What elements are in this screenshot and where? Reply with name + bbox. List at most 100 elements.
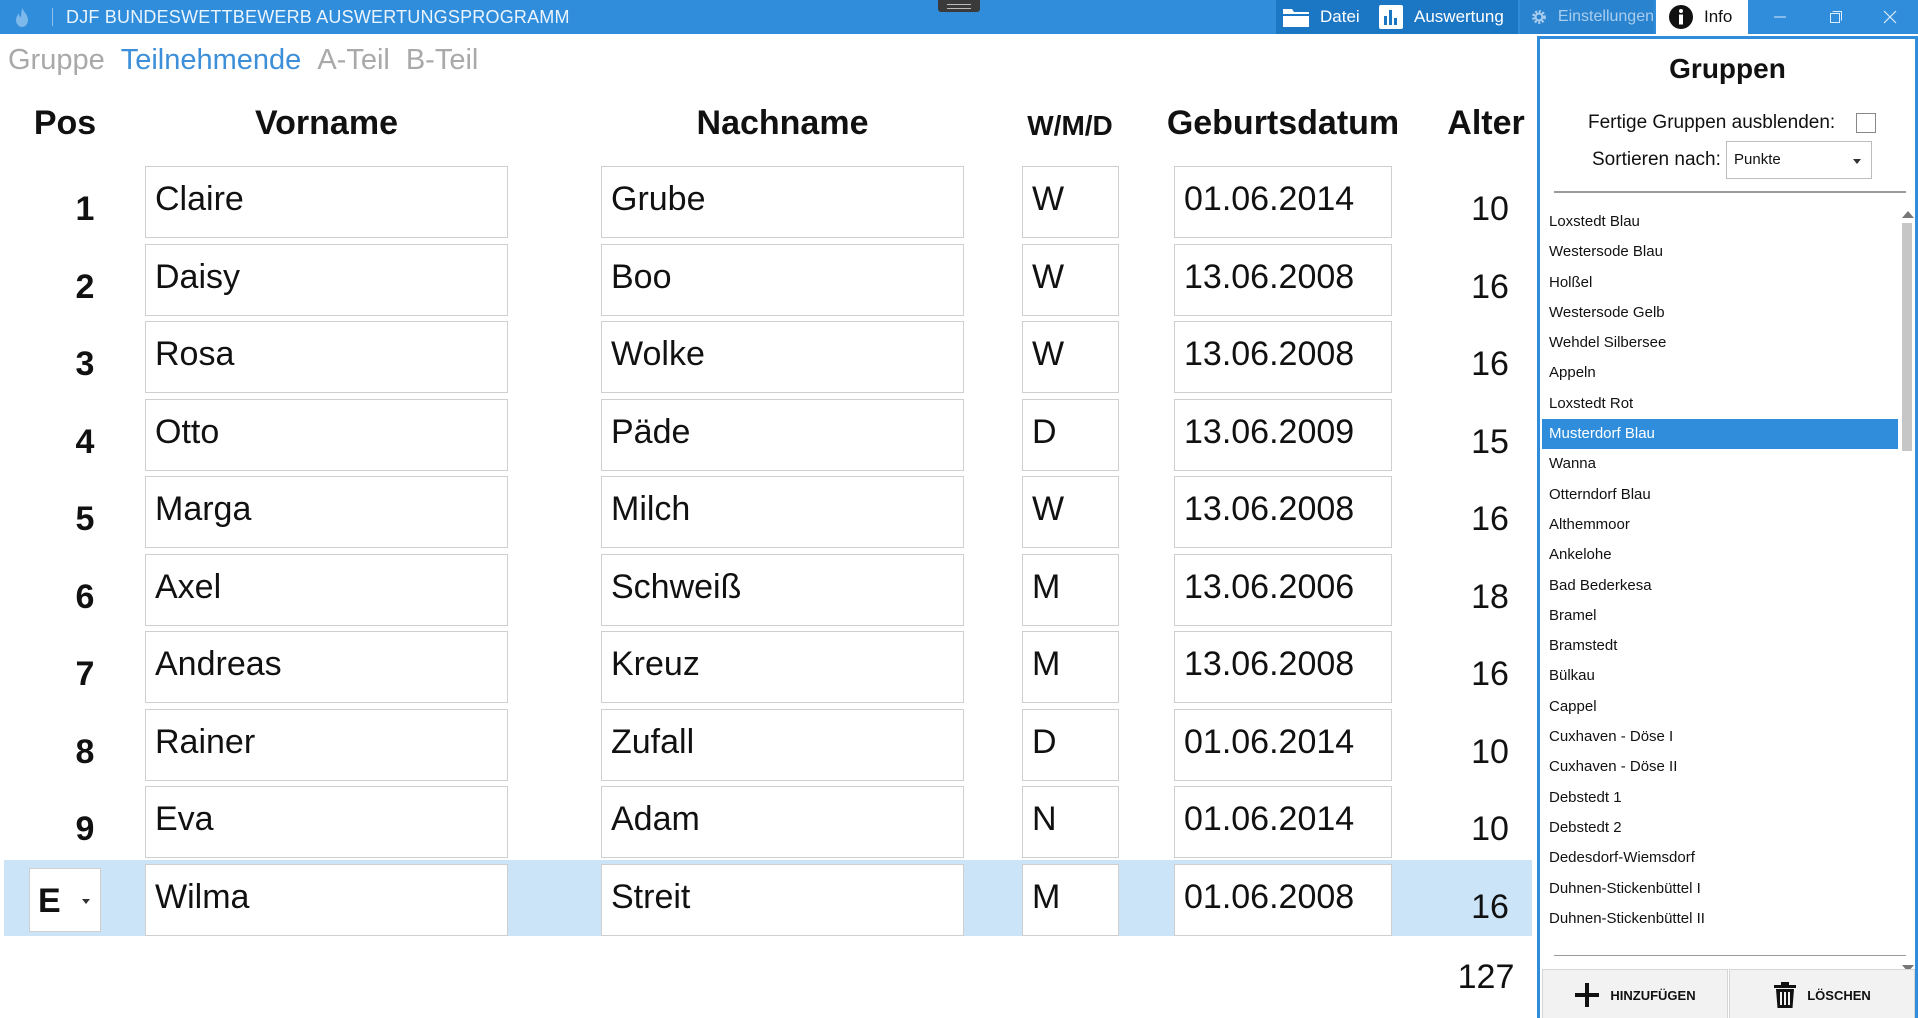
geburtsdatum-input[interactable]: 01.06.2014 <box>1174 786 1392 858</box>
row-alter: 10 <box>1471 190 1509 228</box>
list-item[interactable]: Bad Bederkesa <box>1542 571 1898 601</box>
geburtsdatum-input[interactable]: 01.06.2014 <box>1174 166 1392 238</box>
list-item[interactable]: Althemmoor <box>1542 510 1898 540</box>
minimize-button[interactable] <box>1752 0 1808 34</box>
vorname-input[interactable]: Daisy <box>145 243 508 316</box>
row-alter: 16 <box>1471 345 1509 383</box>
info-icon <box>1669 5 1693 29</box>
nachname-input[interactable]: Schweiß <box>601 553 964 626</box>
hide-finished-label: Fertige Gruppen ausblenden: <box>1588 112 1836 133</box>
vorname-input[interactable]: Wilma <box>145 863 508 936</box>
wmd-input[interactable]: W <box>1022 243 1119 316</box>
row-pos: 7 <box>75 655 95 693</box>
list-item[interactable]: Westersode Gelb <box>1542 298 1898 328</box>
sort-select[interactable]: Punkte <box>1726 141 1872 179</box>
list-item[interactable]: Bramstedt <box>1542 631 1898 661</box>
list-scrollbar[interactable] <box>1900 209 1914 979</box>
tab-teilnehmende[interactable]: Teilnehmende <box>121 44 302 77</box>
nachname-input[interactable]: Zufall <box>601 708 964 781</box>
nachname-input[interactable]: Wolke <box>601 321 964 393</box>
geburtsdatum-input[interactable]: 13.06.2008 <box>1174 476 1392 548</box>
close-button[interactable] <box>1862 0 1918 34</box>
header-wmd: W/M/D <box>1027 110 1113 141</box>
app-title: DJF BUNDESWETTBEWERB AUSWERTUNGSPROGRAMM <box>66 7 570 27</box>
geburtsdatum-input[interactable]: 13.06.2008 <box>1174 321 1392 393</box>
table-row-selected: E Wilma Streit M 01.06.2008 16 <box>4 859 1532 936</box>
geburtsdatum-input[interactable]: 13.06.2008 <box>1174 243 1392 316</box>
tab-gruppe[interactable]: Gruppe <box>8 44 105 77</box>
wmd-input[interactable]: N <box>1022 786 1119 858</box>
geburtsdatum-input[interactable]: 01.06.2008 <box>1174 863 1392 936</box>
wmd-input[interactable]: W <box>1022 166 1119 238</box>
nachname-input[interactable]: Päde <box>601 398 964 471</box>
list-item[interactable]: Westersode Blau <box>1542 237 1898 267</box>
nachname-input[interactable]: Milch <box>601 476 964 548</box>
list-item[interactable]: Dedesdorf-Wiemsdorf <box>1542 843 1898 873</box>
divider <box>1554 191 1906 193</box>
datei-button[interactable]: Datei <box>1276 0 1378 34</box>
vorname-input[interactable]: Rosa <box>145 321 508 393</box>
chevron-down-icon <box>82 898 90 904</box>
auswertung-button[interactable]: Auswertung <box>1378 0 1518 34</box>
nachname-input[interactable]: Streit <box>601 863 964 936</box>
list-item[interactable]: Bramel <box>1542 601 1898 631</box>
list-item-selected[interactable]: Musterdorf Blau <box>1542 419 1898 450</box>
info-button[interactable]: Info <box>1656 0 1748 34</box>
groups-panel: Gruppen Fertige Gruppen ausblenden: Sort… <box>1537 36 1918 1018</box>
drag-handle[interactable] <box>938 0 980 12</box>
list-item[interactable]: Debstedt 2 <box>1542 813 1898 843</box>
hide-finished-checkbox[interactable] <box>1856 113 1876 133</box>
vorname-input[interactable]: Claire <box>145 166 508 238</box>
list-item[interactable]: Duhnen-Stickenbüttel II <box>1542 904 1898 934</box>
add-group-button[interactable]: HINZUFÜGEN <box>1542 969 1728 1018</box>
vorname-input[interactable]: Otto <box>145 398 508 471</box>
nachname-input[interactable]: Adam <box>601 786 964 858</box>
scrollbar-thumb[interactable] <box>1902 223 1912 451</box>
pos-select[interactable]: E <box>29 867 101 932</box>
list-item[interactable]: Wanna <box>1542 449 1898 479</box>
list-item[interactable]: Wehdel Silbersee <box>1542 328 1898 358</box>
list-item[interactable]: Appeln <box>1542 358 1898 388</box>
divider <box>1554 955 1906 956</box>
list-item[interactable]: Holßel <box>1542 268 1898 298</box>
list-item[interactable]: Duhnen-Stickenbüttel I <box>1542 874 1898 904</box>
einstellungen-button[interactable]: Einstellungen <box>1520 0 1654 34</box>
scroll-up-icon[interactable] <box>1902 211 1914 218</box>
row-alter: 10 <box>1471 732 1509 771</box>
tab-b-teil[interactable]: B-Teil <box>406 44 479 77</box>
nachname-input[interactable]: Kreuz <box>601 631 964 703</box>
geburtsdatum-input[interactable]: 13.06.2009 <box>1174 398 1392 471</box>
list-item[interactable]: Cuxhaven - Döse II <box>1542 752 1898 782</box>
vorname-input[interactable]: Andreas <box>145 631 508 703</box>
wmd-input[interactable]: W <box>1022 476 1119 548</box>
sort-select-value: Punkte <box>1734 151 1781 168</box>
maximize-button[interactable] <box>1808 0 1864 34</box>
wmd-input[interactable]: M <box>1022 553 1119 626</box>
list-item[interactable]: Cappel <box>1542 692 1898 722</box>
sort-label: Sortieren nach: <box>1592 149 1721 170</box>
delete-group-button[interactable]: LÖSCHEN <box>1729 969 1915 1018</box>
list-item[interactable]: Loxstedt Rot <box>1542 389 1898 419</box>
nachname-input[interactable]: Grube <box>601 166 964 238</box>
wmd-input[interactable]: M <box>1022 631 1119 703</box>
geburtsdatum-input[interactable]: 13.06.2006 <box>1174 553 1392 626</box>
list-item[interactable]: Ankelohe <box>1542 540 1898 570</box>
tab-a-teil[interactable]: A-Teil <box>317 44 390 77</box>
list-item[interactable]: Debstedt 1 <box>1542 783 1898 813</box>
vorname-input[interactable]: Axel <box>145 553 508 626</box>
geburtsdatum-input[interactable]: 01.06.2014 <box>1174 708 1392 781</box>
list-item[interactable]: Otterndorf Blau <box>1542 480 1898 510</box>
list-item[interactable]: Loxstedt Blau <box>1542 207 1898 237</box>
geburtsdatum-input[interactable]: 13.06.2008 <box>1174 631 1392 703</box>
wmd-input[interactable]: M <box>1022 863 1119 936</box>
row-pos: 8 <box>75 732 95 771</box>
nachname-input[interactable]: Boo <box>601 243 964 316</box>
wmd-input[interactable]: W <box>1022 321 1119 393</box>
list-item[interactable]: Cuxhaven - Döse I <box>1542 722 1898 752</box>
vorname-input[interactable]: Marga <box>145 476 508 548</box>
wmd-input[interactable]: D <box>1022 398 1119 471</box>
vorname-input[interactable]: Rainer <box>145 708 508 781</box>
vorname-input[interactable]: Eva <box>145 786 508 858</box>
wmd-input[interactable]: D <box>1022 708 1119 781</box>
list-item[interactable]: Bülkau <box>1542 661 1898 691</box>
